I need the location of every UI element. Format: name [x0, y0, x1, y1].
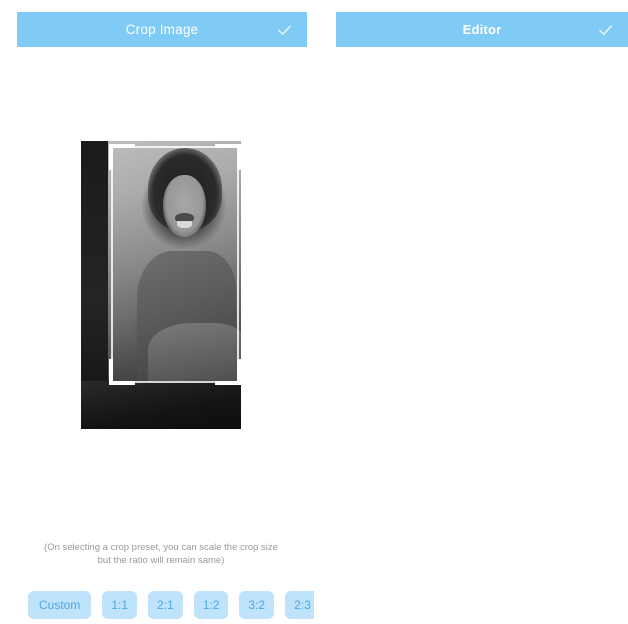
- screenshot-canvas: Crop Image (On selecting a crop preset, …: [0, 0, 628, 624]
- crop-preset-hint: (On selecting a crop preset, you can sca…: [20, 541, 302, 567]
- crop-handle-bottom-left[interactable]: [109, 359, 135, 385]
- crop-overlay-frame[interactable]: [109, 144, 241, 385]
- crop-edge-left[interactable]: [111, 170, 113, 359]
- crop-preset-2-1[interactable]: 2:1: [148, 591, 183, 619]
- check-icon[interactable]: [597, 21, 614, 38]
- editor-title: Editor: [462, 22, 502, 37]
- crop-preset-custom[interactable]: Custom: [28, 591, 92, 619]
- crop-preset-1-1[interactable]: 1:1: [102, 591, 138, 619]
- crop-preset-3-2[interactable]: 3:2: [239, 591, 275, 619]
- crop-image-screen: Crop Image (On selecting a crop preset, …: [0, 0, 314, 624]
- crop-edge-right[interactable]: [237, 170, 239, 359]
- crop-preset-hint-line-1: (On selecting a crop preset, you can sca…: [44, 542, 278, 553]
- crop-preset-1-2[interactable]: 1:2: [193, 591, 229, 619]
- crop-preset-hint-line-2: but the ratio will remain same): [97, 555, 225, 566]
- editor-screen: Editor: [314, 0, 628, 624]
- crop-edge-top[interactable]: [135, 146, 215, 148]
- editor-appbar: Editor: [336, 12, 628, 47]
- crop-handle-top-left[interactable]: [109, 144, 135, 170]
- crop-handle-bottom-right[interactable]: [215, 359, 241, 385]
- crop-preset-2-3[interactable]: 2:3: [285, 591, 314, 619]
- check-icon[interactable]: [276, 21, 293, 38]
- crop-edge-bottom[interactable]: [135, 381, 215, 383]
- photo-letterbox-bottom: [81, 381, 241, 429]
- crop-preset-row: Custom 1:1 2:1 1:2 3:2 2:3: [28, 591, 314, 619]
- crop-handle-top-right[interactable]: [215, 144, 241, 170]
- crop-image-title: Crop Image: [125, 22, 199, 37]
- crop-image-appbar: Crop Image: [17, 12, 307, 47]
